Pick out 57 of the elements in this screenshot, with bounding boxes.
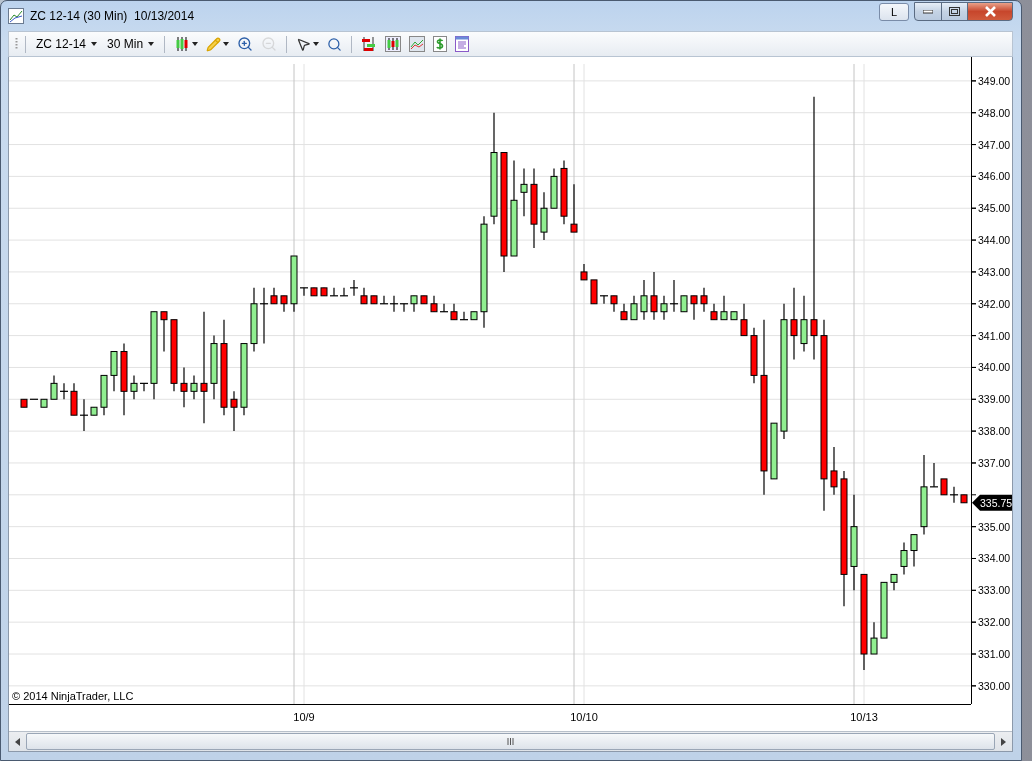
axis-label: 335.00 bbox=[978, 520, 1011, 533]
candlestick-icon bbox=[174, 36, 191, 52]
price-marker: 335.75 bbox=[972, 494, 1013, 511]
magnifier-icon bbox=[327, 36, 343, 52]
maximize-button[interactable] bbox=[941, 2, 968, 21]
chart-icon bbox=[8, 8, 24, 24]
axis-label: 338.00 bbox=[978, 425, 1011, 438]
close-icon bbox=[983, 6, 997, 17]
axis-label: 330.00 bbox=[978, 679, 1011, 692]
axis-label: 343.00 bbox=[978, 265, 1011, 278]
axis-label: 347.00 bbox=[978, 138, 1011, 151]
window-title: ZC 12-14 (30 Min) 10/13/2014 bbox=[30, 9, 195, 23]
horizontal-scrollbar[interactable] bbox=[9, 731, 1012, 751]
restore-icon bbox=[949, 7, 960, 16]
pointer-icon bbox=[296, 36, 312, 52]
axis-label: 10/10 bbox=[570, 711, 598, 723]
caret-icon bbox=[223, 42, 230, 46]
bars-icon bbox=[361, 36, 378, 52]
dollar-icon bbox=[433, 36, 448, 52]
axis-label: 333.00 bbox=[978, 584, 1011, 597]
axis-label: 332.00 bbox=[978, 616, 1011, 629]
close-button[interactable] bbox=[967, 2, 1013, 21]
copyright-text: © 2014 NinjaTrader, LLC bbox=[12, 690, 134, 702]
axis-label: 346.00 bbox=[978, 170, 1011, 183]
scrollbar-thumb[interactable] bbox=[26, 733, 995, 750]
caret-icon bbox=[91, 42, 98, 46]
axis-label: 337.00 bbox=[978, 456, 1011, 469]
axis-label: 340.00 bbox=[978, 361, 1011, 374]
axis-label: 344.00 bbox=[978, 234, 1011, 247]
caret-icon bbox=[313, 42, 320, 46]
link-button[interactable]: L bbox=[879, 3, 909, 21]
instrument-dropdown[interactable]: ZC 12-14 bbox=[33, 37, 101, 51]
interval-dropdown[interactable]: 30 Min bbox=[104, 37, 158, 51]
caret-icon bbox=[192, 42, 199, 46]
axis-label: 334.00 bbox=[978, 552, 1011, 565]
pencil-icon bbox=[206, 36, 222, 52]
axis-label: 10/13 bbox=[850, 711, 878, 723]
grip-icon bbox=[15, 37, 18, 51]
axis-label: 348.00 bbox=[978, 106, 1011, 119]
axis-label: 341.00 bbox=[978, 329, 1011, 342]
left-arrow-icon bbox=[15, 737, 20, 746]
minimize-button[interactable] bbox=[914, 2, 942, 21]
axis-label: 10/9 bbox=[293, 711, 315, 723]
grip-icon bbox=[507, 738, 514, 745]
axis-label: 349.00 bbox=[978, 74, 1011, 87]
zoom-out-icon bbox=[261, 36, 278, 52]
caret-icon bbox=[148, 42, 155, 46]
right-arrow-icon bbox=[1001, 737, 1006, 746]
candlestick-icon bbox=[385, 36, 402, 52]
axis-label: 342.00 bbox=[978, 297, 1011, 310]
axis-label: 345.00 bbox=[978, 202, 1011, 215]
minimize-icon bbox=[923, 9, 933, 14]
zoom-in-icon bbox=[237, 36, 254, 52]
axis-label: 339.00 bbox=[978, 393, 1011, 406]
axis-label: 331.00 bbox=[978, 648, 1011, 660]
panel-icon bbox=[455, 36, 470, 52]
line-chart-icon bbox=[409, 36, 426, 52]
